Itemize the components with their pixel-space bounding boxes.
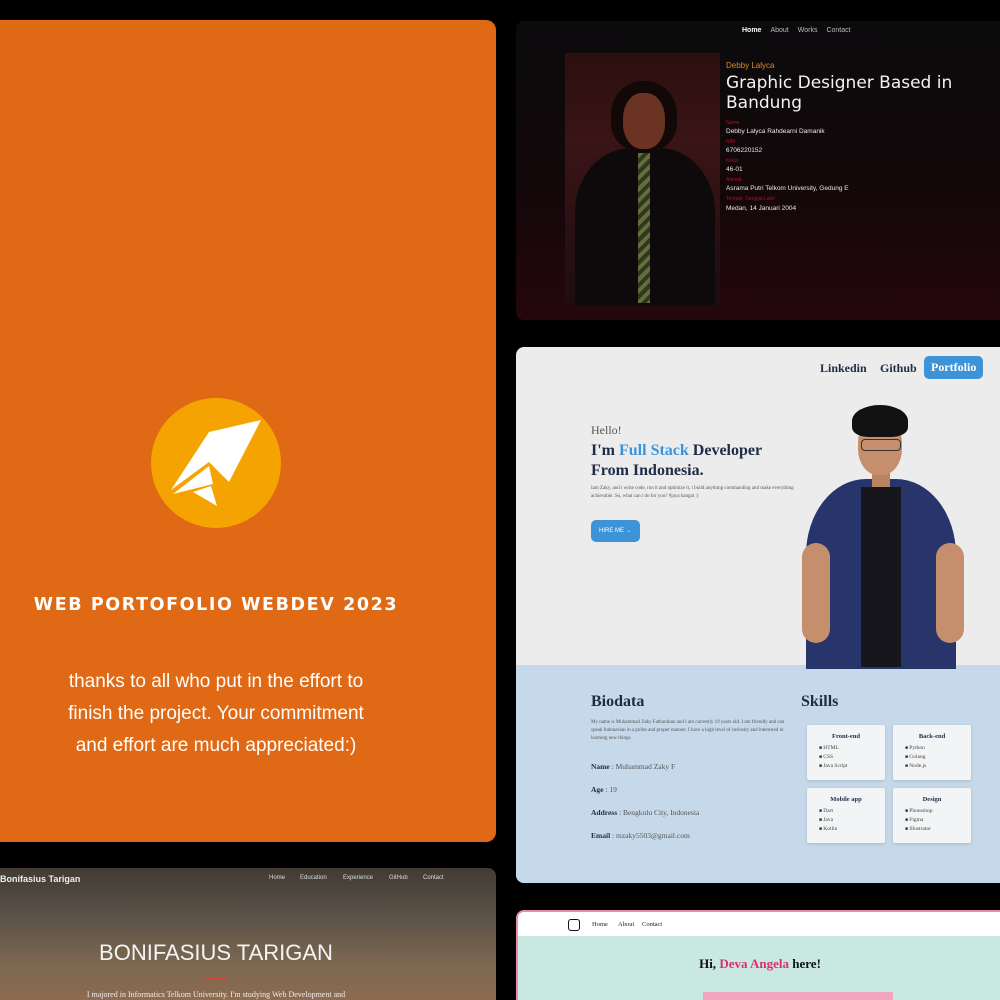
- debby-nav-about[interactable]: About: [770, 27, 788, 34]
- debby-photo: [565, 53, 720, 305]
- bio-field-email: Email : mzaky5503@gmail.com: [591, 831, 690, 840]
- skill-item: Illustrator: [905, 825, 971, 834]
- skill-item: Node.js: [905, 762, 971, 771]
- boni-description: I majored in Informatics Telkom Universi…: [86, 990, 346, 999]
- skill-card-title: Back-end: [918, 733, 946, 740]
- hero-message-line: thanks to all who put in the effort to: [68, 671, 364, 692]
- debby-field-value: Asrama Putri Telkom University, Gedung E: [726, 185, 849, 192]
- hero-title: WEB PORTOFOLIO WEBDEV 2023: [33, 595, 399, 615]
- hero-message: thanks to all who put in the effort to f…: [26, 666, 406, 762]
- boni-nav-github[interactable]: GitHub: [389, 875, 408, 881]
- bio-field-value: : 19: [603, 785, 617, 794]
- boni-title: BONIFASIUS TARIGAN: [99, 940, 333, 965]
- hero-message-line: finish the project. Your commitment: [68, 703, 364, 724]
- bio-field-value: : Bengkulu City, Indonesia: [617, 808, 700, 817]
- debby-field-value: Medan, 14 Januari 2004: [726, 205, 797, 212]
- portfolio-card-bonifasius[interactable]: Bonifasius Tarigan Home Education Experi…: [0, 868, 496, 1000]
- skill-item: Dart: [819, 807, 885, 816]
- bio-field-label: Age: [591, 785, 604, 794]
- debby-nav: Home About Works Contact: [742, 27, 942, 34]
- bio-field-label: Name: [591, 762, 610, 771]
- zaky-nav-github[interactable]: Github: [880, 361, 917, 376]
- glasses-icon: [861, 439, 901, 451]
- boni-nav-education[interactable]: Education: [300, 875, 327, 881]
- bio-field-address: Address : Bengkulu City, Indonesia: [591, 808, 699, 817]
- debby-field-label: NIM: [726, 139, 736, 145]
- photo-arm: [936, 543, 964, 643]
- deva-nav-home[interactable]: Home: [592, 921, 608, 928]
- zaky-description: Iam Zaky, and i write code, run it and o…: [591, 486, 794, 499]
- skill-item: Kotlin: [819, 825, 885, 834]
- greeting-text: here!: [789, 956, 821, 971]
- skill-card-title: Front-end: [831, 733, 861, 740]
- skill-card-title: Design: [922, 796, 942, 803]
- photo-face: [623, 93, 665, 149]
- photo-hair: [852, 405, 908, 437]
- zaky-nav-portfolio[interactable]: Portfolio: [924, 356, 984, 379]
- portfolio-card-zaky[interactable]: Linkedin Github Portfolio Hello! I'm Ful…: [516, 347, 1000, 883]
- debby-field-label: Kelas: [726, 158, 739, 164]
- skill-item: Photoshop: [905, 807, 971, 816]
- deva-nav-about[interactable]: About: [618, 921, 634, 928]
- debby-field-value: 46-01: [726, 166, 743, 173]
- skill-item: Golang: [905, 753, 971, 762]
- debby-field-value: Debby Lalyca Rahdearni Damanik: [726, 128, 825, 135]
- bio-field-label: Email: [591, 831, 611, 840]
- boni-brand[interactable]: Bonifasius Tarigan: [0, 874, 80, 884]
- portfolio-card-debby[interactable]: Home About Works Contact Debby Lalyca Gr…: [516, 21, 1000, 320]
- skill-item: HTML: [819, 744, 885, 753]
- skills-heading: Skills: [801, 693, 839, 710]
- paper-plane-icon: [151, 398, 281, 528]
- debby-title: Graphic Designer Based in Bandung: [726, 73, 953, 113]
- debby-subtitle: Debby Lalyca: [726, 61, 775, 70]
- boni-nav-home[interactable]: Home: [269, 875, 285, 881]
- boni-nav-experience[interactable]: Experience: [343, 875, 373, 881]
- skill-item: Java: [819, 816, 885, 825]
- biodata-heading: Biodata: [591, 693, 645, 710]
- bio-field-label: Address: [591, 808, 618, 817]
- greeting-text: Hi,: [699, 956, 720, 971]
- skill-item: Python: [905, 744, 971, 753]
- zaky-nav-linkedin[interactable]: Linkedin: [820, 361, 867, 376]
- skill-card-design: Design Photoshop Figma Illustrator: [893, 788, 971, 843]
- deva-highlight-bar: [703, 992, 893, 1000]
- boni-divider: [205, 978, 227, 979]
- photo-arm: [802, 543, 830, 643]
- debby-field-value: 6706220152: [726, 147, 763, 154]
- skill-card-mobile: Mobile app Dart Java Kotlin: [807, 788, 885, 843]
- hire-me-button[interactable]: HIRE ME →: [591, 520, 640, 542]
- debby-nav-home[interactable]: Home: [742, 27, 761, 34]
- skill-card-title: Mobile app: [830, 796, 862, 803]
- photo-tshirt: [861, 487, 901, 667]
- logo-icon[interactable]: [568, 919, 580, 931]
- photo-tie: [638, 153, 650, 303]
- deva-greeting: Hi, Deva Angela here!: [518, 956, 1000, 972]
- bio-field-value: : mzaky5503@gmail.com: [610, 831, 690, 840]
- biodata-text: My name is Muhammad Zaky Fathurahan and …: [591, 720, 785, 741]
- skill-item: Figma: [905, 816, 971, 825]
- zaky-headline: I'm Full Stack Developer From Indonesia.: [591, 441, 801, 481]
- debby-field-label: Alamat: [726, 177, 742, 183]
- greeting-name: Deva Angela: [719, 956, 790, 971]
- deva-navbar: [518, 912, 1000, 936]
- debby-nav-works[interactable]: Works: [798, 27, 818, 34]
- bio-field-value: : Muhammad Zaky F: [609, 762, 676, 771]
- portfolio-card-deva[interactable]: Home About Contact Hi, Deva Angela here!: [516, 910, 1000, 1000]
- debby-field-label: Name: [726, 120, 740, 126]
- skill-item: Java Script: [819, 762, 885, 771]
- deva-nav-contact[interactable]: Contact: [642, 921, 662, 928]
- headline-highlight: Full Stack: [619, 442, 689, 459]
- skill-card-backend: Back-end Python Golang Node.js: [893, 725, 971, 780]
- zaky-hello: Hello!: [591, 423, 622, 437]
- hero-message-line: and effort are much appreciated:): [75, 735, 357, 756]
- headline-text: I'm: [591, 442, 619, 459]
- bio-field-name: Name : Muhammad Zaky F: [591, 762, 675, 771]
- debby-nav-contact[interactable]: Contact: [826, 27, 850, 34]
- skill-card-frontend: Front-end HTML CSS Java Script: [807, 725, 885, 780]
- boni-nav-contact[interactable]: Contact: [423, 875, 444, 881]
- debby-field-label: Tempat, Tanggal Lahir: [726, 196, 776, 202]
- bio-field-age: Age : 19: [591, 785, 617, 794]
- skill-item: CSS: [819, 753, 885, 762]
